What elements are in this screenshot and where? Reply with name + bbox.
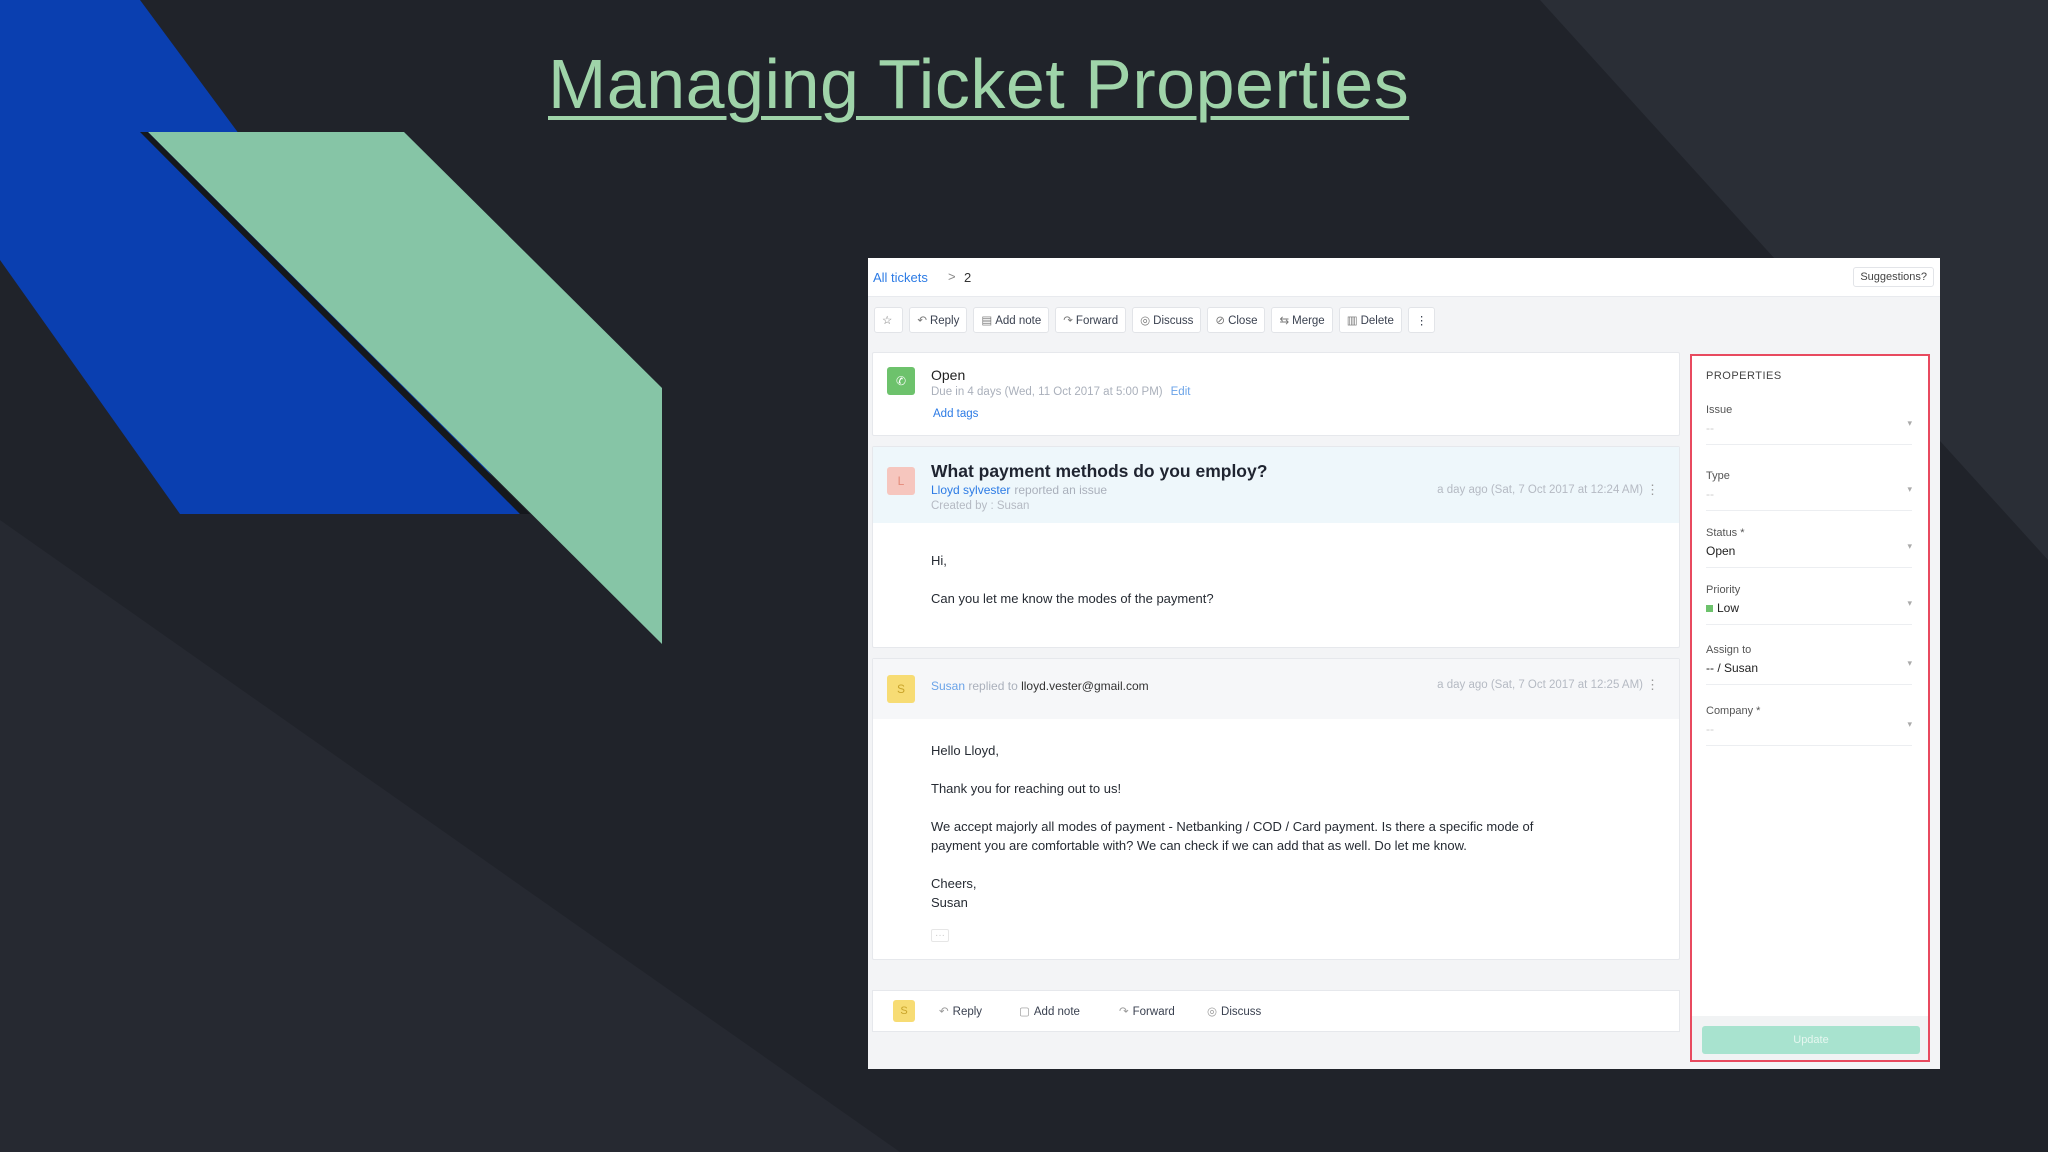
forward-button[interactable]: ↷ Forward [1055, 307, 1127, 333]
reply-button[interactable]: ↶ Reply [909, 307, 968, 333]
delete-button[interactable]: ▥ Delete [1338, 307, 1402, 333]
note-icon: ▤ [981, 315, 993, 327]
breadcrumb-ticket-id: 2 [964, 270, 972, 285]
update-button[interactable]: Update [1702, 1026, 1920, 1054]
phone-icon: ✆ [887, 367, 915, 395]
discuss-button[interactable]: ◎ Discuss [1132, 307, 1202, 333]
properties-title: PROPERTIES [1706, 370, 1782, 382]
chevron-down-icon: ▾ [1907, 598, 1912, 608]
add-note-button[interactable]: ▤ Add note [973, 307, 1050, 333]
priority-field[interactable]: Priority Low ▾ [1706, 584, 1912, 625]
more-icon[interactable]: ⋮ [1646, 677, 1659, 693]
priority-low-icon [1706, 605, 1713, 613]
chevron-down-icon: ▾ [1907, 719, 1912, 729]
properties-panel: PROPERTIES Issue -- ▾ Type -- ▾ Status *… [1690, 354, 1930, 1062]
reply-timestamp: a day ago (Sat, 7 Oct 2017 at 12:25 AM) [1437, 679, 1643, 691]
discuss-icon: ◎ [1207, 1006, 1218, 1018]
question-body-line: Can you let me know the modes of the pay… [931, 591, 1214, 606]
more-icon: ⋮ [1415, 315, 1428, 327]
more-icon[interactable]: ⋮ [1646, 482, 1659, 498]
status-field[interactable]: Status * Open ▾ [1706, 527, 1912, 568]
ticket-subject: What payment methods do you employ? [931, 461, 1268, 481]
forward-icon: ↷ [1063, 315, 1073, 327]
reply-icon: ↶ [939, 1006, 949, 1018]
ticket-toolbar: ☆ ↶ Reply ▤ Add note ↷ Forward ◎ Discuss ⊘ Cl… [868, 302, 1940, 338]
breadcrumb-separator: > [948, 269, 956, 284]
show-quoted-button[interactable]: ··· [931, 929, 949, 942]
reply-body-line: Thank you for reaching out to us! [931, 781, 1122, 796]
bottom-action-bar: S ↶ Reply ▢ Add note ↷ Forward ◎ Discuss [872, 990, 1680, 1032]
slide-title: Managing Ticket Properties [548, 45, 1410, 123]
reporter-name[interactable]: Lloyd sylvester [931, 483, 1010, 497]
reply-body-line: We accept majorly all modes of payment -… [931, 819, 1534, 834]
reply-body-line: Cheers, [931, 876, 977, 891]
reply-body-line: Susan [931, 895, 968, 910]
forward-icon: ↷ [1119, 1006, 1129, 1018]
assign-to-field[interactable]: Assign to -- / Susan ▾ [1706, 644, 1912, 685]
bottom-reply-button[interactable]: ↶ Reply [939, 1004, 982, 1018]
avatar: S [893, 1000, 915, 1022]
check-circle-icon: ⊘ [1215, 315, 1226, 327]
status-label: Open [931, 367, 966, 383]
question-body-line: Hi, [931, 553, 947, 568]
question-timestamp: a day ago (Sat, 7 Oct 2017 at 12:24 AM) [1437, 484, 1643, 496]
star-icon: ☆ [882, 315, 893, 327]
reply-meta: Susan replied to lloyd.vester@gmail.com [931, 679, 1149, 693]
reply-header: S Susan replied to lloyd.vester@gmail.co… [873, 659, 1679, 719]
reply-icon: ↶ [917, 315, 927, 327]
edit-due-link[interactable]: Edit [1171, 386, 1191, 398]
chevron-down-icon: ▾ [1907, 658, 1912, 668]
bottom-forward-button[interactable]: ↷ Forward [1119, 1004, 1175, 1018]
bottom-add-note-button[interactable]: ▢ Add note [1019, 1004, 1080, 1018]
due-date: Due in 4 days (Wed, 11 Oct 2017 at 5:00 … [931, 386, 1191, 398]
breadcrumb-all-tickets[interactable]: All tickets [873, 270, 928, 285]
add-tags-link[interactable]: Add tags [933, 408, 978, 420]
avatar: S [887, 675, 915, 703]
reply-card: S Susan replied to lloyd.vester@gmail.co… [872, 658, 1680, 960]
bottom-discuss-button[interactable]: ◎ Discuss [1207, 1004, 1261, 1018]
suggestions-button[interactable]: Suggestions? [1853, 267, 1934, 287]
avatar: L [887, 467, 915, 495]
chevron-down-icon: ▾ [1907, 418, 1912, 428]
reporter-line: Lloyd sylvester reported an issue [931, 483, 1108, 497]
type-field[interactable]: Type -- ▾ [1706, 470, 1912, 511]
reply-body-line: Hello Lloyd, [931, 743, 999, 758]
merge-button[interactable]: ⇆ Merge [1271, 307, 1333, 333]
chevron-down-icon: ▾ [1907, 484, 1912, 494]
trash-icon: ▥ [1346, 315, 1358, 327]
helpdesk-screenshot: All tickets > 2 Suggestions? ☆ ↶ Reply ▤ A… [868, 258, 1940, 1069]
issue-field[interactable]: Issue -- ▾ [1706, 404, 1912, 445]
ticket-conversation: ✆ Open Due in 4 days (Wed, 11 Oct 2017 a… [872, 352, 1680, 960]
merge-icon: ⇆ [1279, 315, 1290, 327]
note-icon: ▢ [1019, 1006, 1030, 1018]
company-field[interactable]: Company * -- ▾ [1706, 705, 1912, 746]
more-button[interactable]: ⋮ [1407, 307, 1436, 333]
chevron-down-icon: ▾ [1907, 541, 1912, 551]
reply-body-line: payment you are comfortable with? We can… [931, 838, 1467, 853]
reply-author[interactable]: Susan [931, 679, 965, 693]
question-card: L What payment methods do you employ? Ll… [872, 446, 1680, 648]
reply-email: lloyd.vester@gmail.com [1021, 679, 1149, 693]
discuss-icon: ◎ [1140, 315, 1151, 327]
close-button[interactable]: ⊘ Close [1207, 307, 1266, 333]
top-bar: All tickets > 2 Suggestions? [868, 258, 1940, 297]
created-by: Created by : Susan [931, 500, 1030, 512]
question-header: L What payment methods do you employ? Ll… [873, 447, 1679, 523]
status-card: ✆ Open Due in 4 days (Wed, 11 Oct 2017 a… [872, 352, 1680, 436]
star-button[interactable]: ☆ [874, 307, 904, 333]
